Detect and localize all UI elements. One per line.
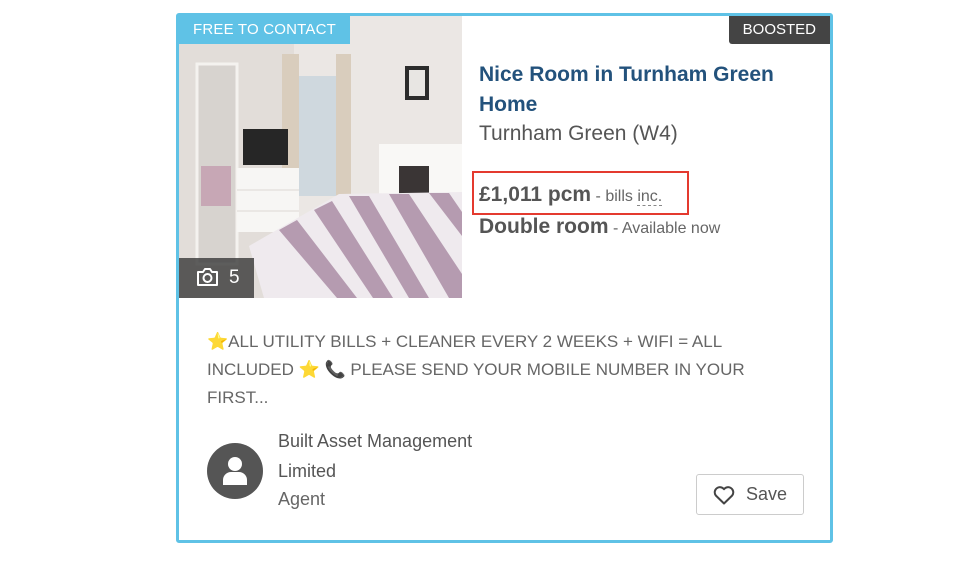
listing-photo[interactable]: FREE TO CONTACT 5: [179, 16, 462, 298]
room-row: Double room - Available now: [479, 215, 720, 239]
save-label: Save: [746, 484, 788, 504]
phone-icon: 📞: [324, 360, 346, 379]
boosted-badge: BOOSTED: [728, 16, 830, 44]
listing-description: ⭐ALL UTILITY BILLS + CLEANER EVERY 2 WEE…: [207, 328, 792, 412]
photo-count: 5: [229, 267, 240, 288]
avatar: [207, 443, 263, 499]
listing-area: Turnham Green (W4): [479, 122, 678, 145]
photo-count-button[interactable]: 5: [179, 258, 254, 298]
advertiser-role: Agent: [278, 489, 326, 509]
advertiser-name: Built Asset Management Limited: [278, 431, 473, 481]
listing-title[interactable]: Nice Room in Turnham Green Home: [479, 60, 809, 120]
free-to-contact-badge: FREE TO CONTACT: [179, 16, 351, 44]
star-icon: ⭐: [298, 360, 320, 379]
bills-inc-tooltip[interactable]: inc.: [637, 188, 663, 206]
bedroom-image: [179, 16, 462, 298]
save-button[interactable]: Save: [696, 474, 804, 515]
price: £1,011 pcm: [479, 183, 592, 206]
star-icon: ⭐: [207, 332, 229, 351]
price-row: £1,011 pcm - bills inc.: [479, 183, 663, 207]
user-icon: [223, 457, 247, 485]
availability: - Available now: [608, 220, 721, 237]
room-type: Double room: [479, 215, 609, 238]
price-separator: - bills: [591, 188, 638, 205]
heart-icon: [713, 486, 735, 510]
camera-icon: [196, 267, 219, 287]
listing-card[interactable]: FREE TO CONTACT 5 BOOSTED Nice Room in T…: [176, 13, 833, 543]
